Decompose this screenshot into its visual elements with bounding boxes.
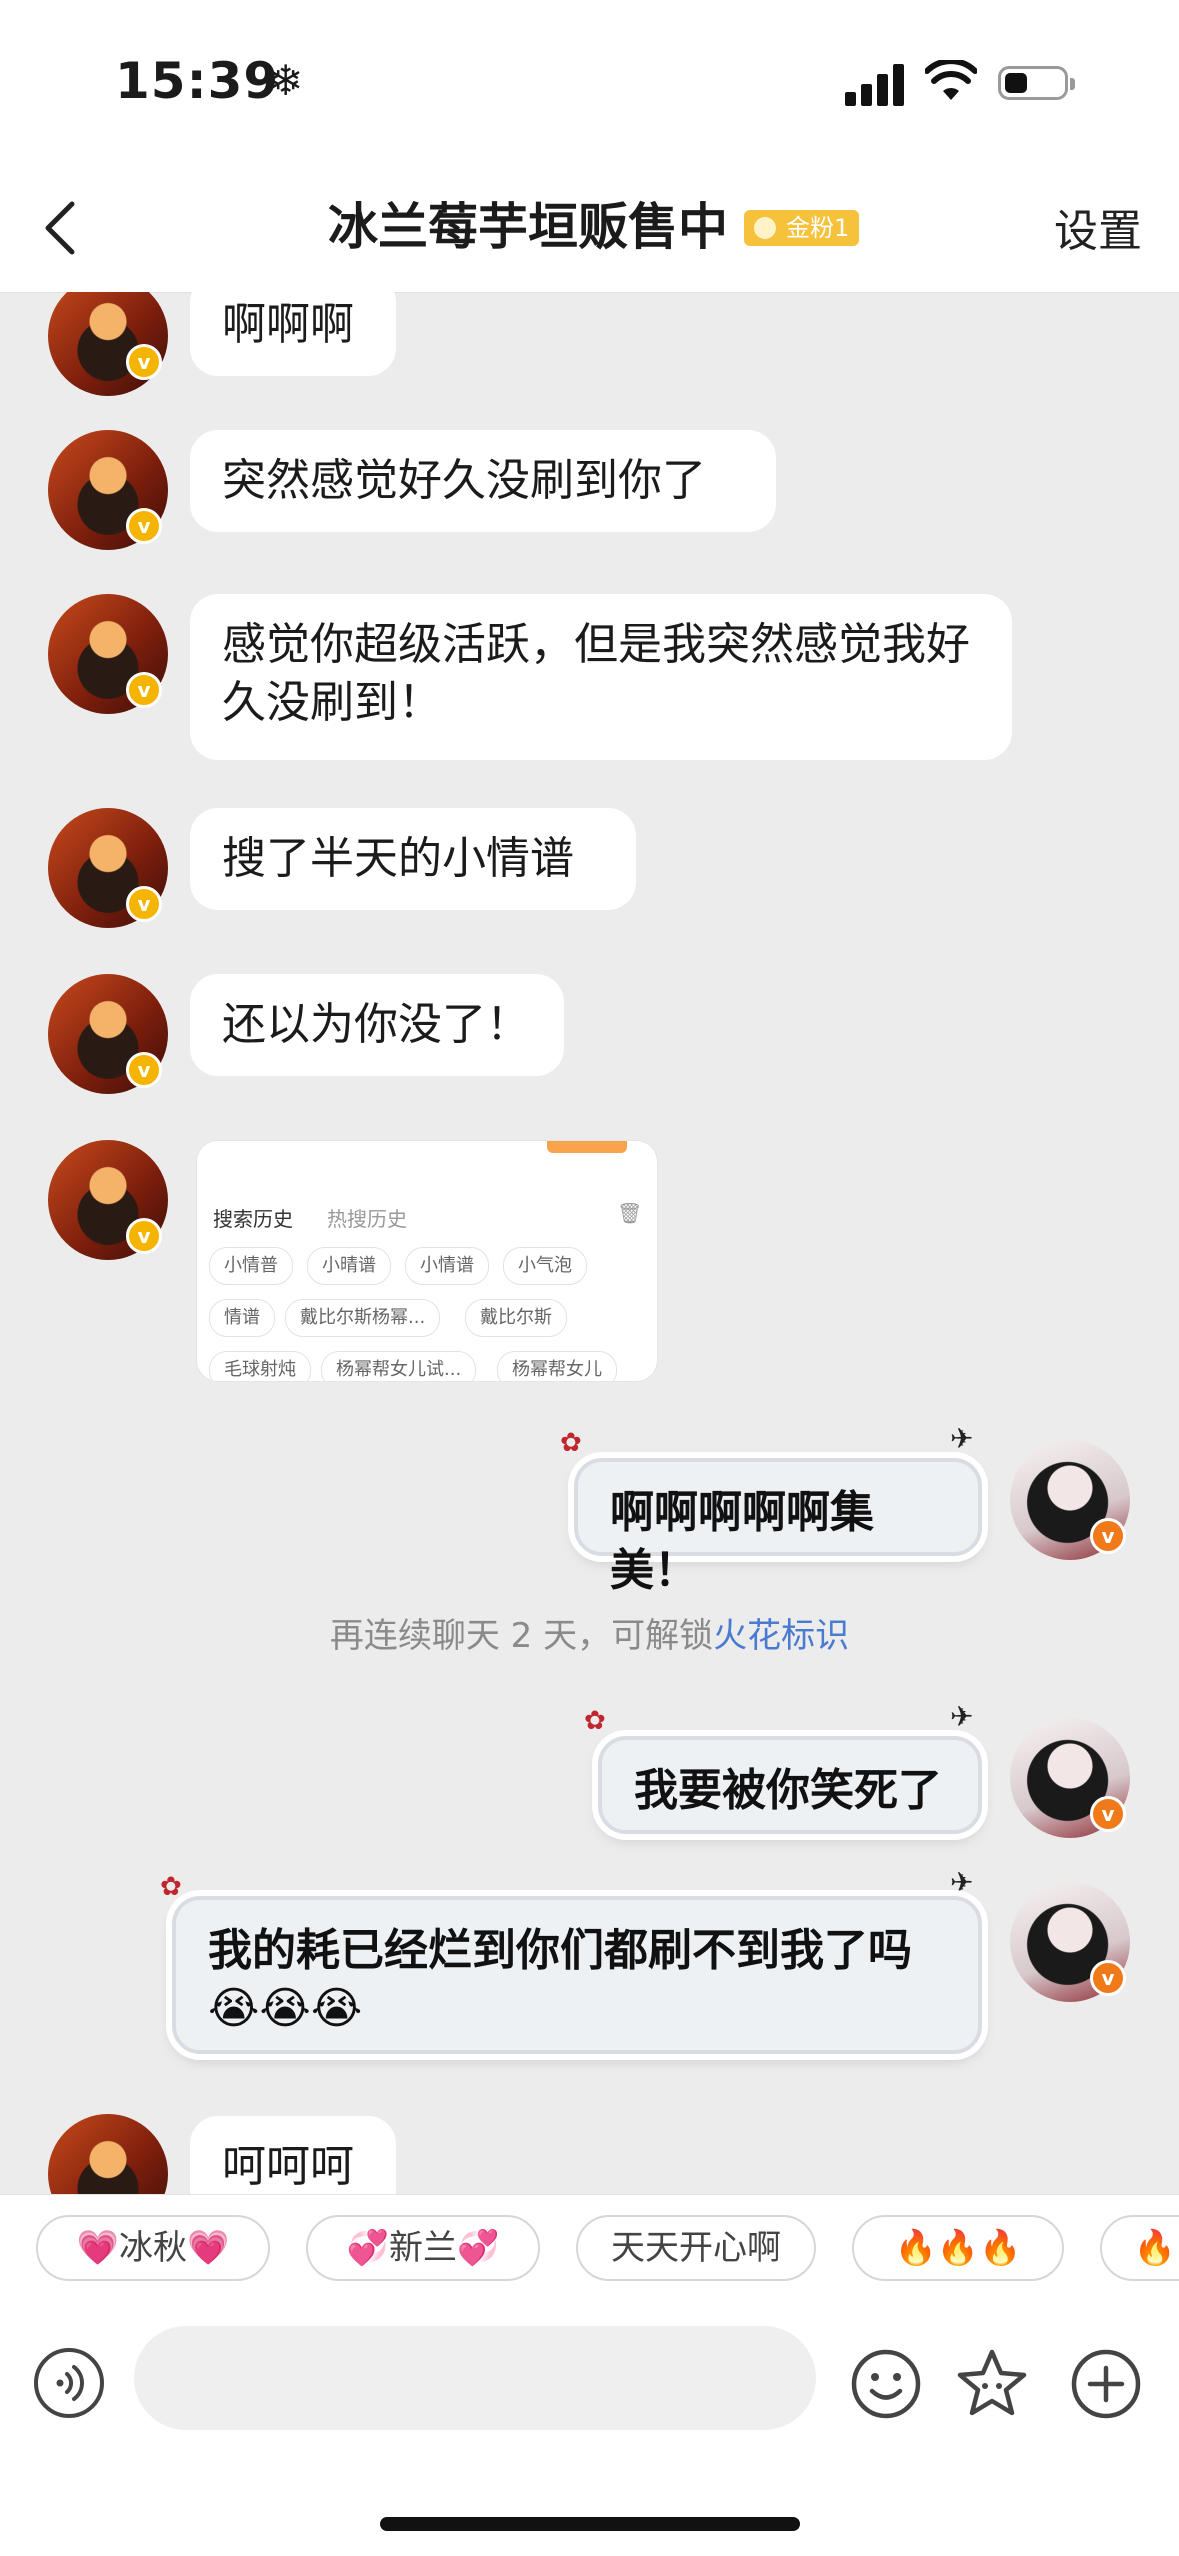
diamond-icon — [754, 217, 776, 239]
spark-badge-link[interactable]: 火花标识 — [713, 1616, 849, 1656]
battery-icon — [998, 66, 1075, 100]
hot-search-label: 热搜历史 — [327, 1207, 407, 1231]
settings-button[interactable]: 设置 — [1054, 202, 1142, 262]
wifi-icon — [925, 60, 977, 100]
status-time: 15:39 — [115, 52, 280, 110]
message-bubble[interactable]: 感觉你超级活跃，但是我突然感觉我好久没刷到！ — [190, 594, 1012, 760]
plum-blossom-decoration: ✿ — [560, 1428, 582, 1458]
message-list[interactable]: v 啊啊啊 v 突然感觉好久没刷到你了 v 感觉你超级活跃，但是我突然感觉我好久… — [0, 292, 1179, 2194]
cellular-signal-icon — [845, 62, 905, 106]
verified-badge-icon: v — [1090, 1960, 1126, 1996]
search-tag: 戴比尔斯 — [465, 1299, 567, 1337]
search-tag: 杨幂帮女儿 — [497, 1351, 617, 1381]
fan-level-label: 金粉1 — [786, 214, 850, 242]
back-arrow-icon[interactable] — [30, 198, 90, 258]
quick-reply-chip[interactable]: 🔥 — [1100, 2215, 1179, 2281]
home-indicator[interactable] — [380, 2517, 800, 2531]
add-icon[interactable] — [1068, 2346, 1144, 2422]
trash-icon: 🗑 — [617, 1201, 643, 1225]
sticker-star-icon[interactable] — [954, 2346, 1030, 2422]
search-tag: 小气泡 — [503, 1247, 587, 1285]
quick-reply-chip[interactable]: 天天开心啊 — [576, 2215, 816, 2281]
fan-level-badge: 金粉1 — [744, 210, 860, 246]
quick-reply-chip[interactable]: 🔥🔥🔥 — [852, 2215, 1064, 2281]
streak-notice-text: 再连续聊天 2 天，可解锁 — [329, 1616, 714, 1656]
chat-header: 冰兰莓芋垣贩售中 金粉1 设置 — [0, 170, 1179, 293]
search-tag: 戴比尔斯杨幂... — [285, 1299, 441, 1337]
chat-title[interactable]: 冰兰莓芋垣贩售中 — [328, 192, 728, 262]
voice-input-icon[interactable] — [34, 2348, 104, 2418]
message-bubble[interactable]: 啊啊啊 — [190, 292, 396, 376]
message-bubble[interactable]: 还以为你没了！ — [190, 974, 564, 1076]
quick-reply-chip[interactable]: 💗冰秋💗 — [36, 2215, 270, 2281]
message-bubble[interactable]: 搜了半天的小情谱 — [190, 808, 636, 910]
message-bubble[interactable]: 突然感觉好久没刷到你了 — [190, 430, 776, 532]
message-bubble[interactable]: 我的耗已经烂到你们都刷不到我了吗😭😭😭 — [172, 1896, 982, 2054]
search-tag: 小情谱 — [405, 1247, 489, 1285]
emoji-icon[interactable] — [848, 2346, 924, 2422]
quick-reply-bar: 💗冰秋💗 💞新兰💞 天天开心啊 🔥🔥🔥 🔥 — [0, 2194, 1179, 2307]
shared-screenshot-image[interactable]: 搜索历史 热搜历史 🗑 小情普 小晴谱 小情谱 小气泡 情谱 戴比尔斯杨幂...… — [196, 1140, 658, 1382]
contact-avatar[interactable] — [48, 2114, 168, 2194]
search-tag: 杨幂帮女儿试... — [321, 1351, 477, 1381]
snowflake-icon: ❄ — [268, 56, 304, 105]
message-input[interactable] — [134, 2326, 816, 2430]
status-bar: 15:39 ❄ — [0, 0, 1179, 170]
verified-badge-icon: v — [126, 886, 162, 922]
message-bubble[interactable]: 我要被你笑死了 — [598, 1736, 982, 1834]
verified-badge-icon: v — [126, 1218, 162, 1254]
plum-blossom-decoration: ✿ — [160, 1872, 182, 1902]
search-tag: 毛球射炖 — [209, 1351, 311, 1381]
swallow-decoration: ✈ — [950, 1700, 974, 1733]
search-tag: 小晴谱 — [307, 1247, 391, 1285]
search-button-fragment — [547, 1141, 627, 1153]
swallow-decoration: ✈ — [950, 1866, 974, 1899]
verified-badge-icon: v — [126, 672, 162, 708]
quick-reply-chip[interactable]: 💞新兰💞 — [306, 2215, 540, 2281]
search-tag: 小情普 — [209, 1247, 293, 1285]
verified-badge-icon: v — [1090, 1518, 1126, 1554]
message-bubble[interactable]: 呵呵呵 — [190, 2116, 396, 2194]
search-history-label: 搜索历史 — [213, 1207, 293, 1231]
verified-badge-icon: v — [126, 508, 162, 544]
plum-blossom-decoration: ✿ — [584, 1706, 606, 1736]
message-bubble[interactable]: 啊啊啊啊啊集美！ — [574, 1458, 982, 1596]
swallow-decoration: ✈ — [950, 1422, 974, 1455]
streak-notice: 再连续聊天 2 天，可解锁火花标识 — [0, 1608, 1179, 1657]
verified-badge-icon: v — [1090, 1796, 1126, 1832]
contact-avatar[interactable] — [48, 292, 168, 396]
verified-badge-icon: v — [126, 344, 162, 380]
search-tag: 情谱 — [209, 1299, 275, 1337]
verified-badge-icon: v — [126, 1052, 162, 1088]
